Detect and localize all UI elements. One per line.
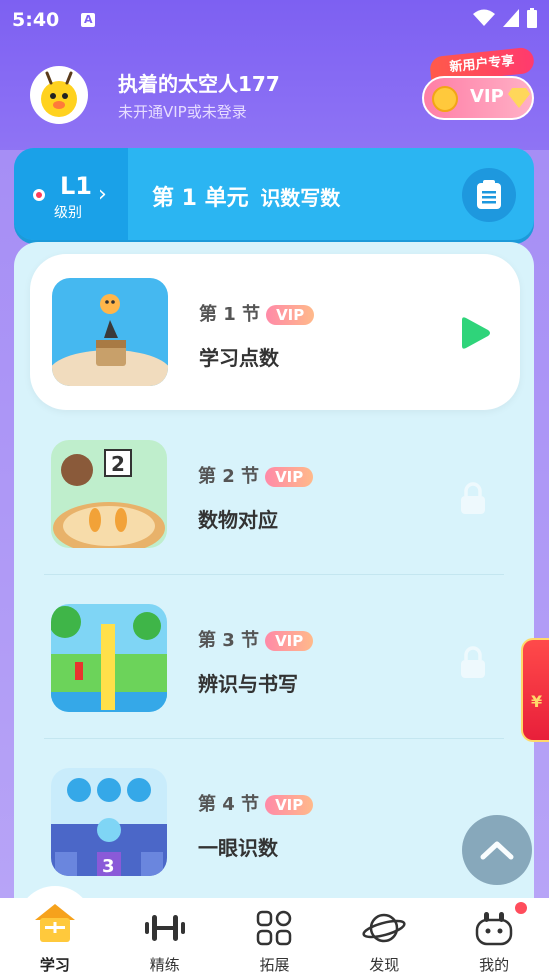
avatar[interactable] — [30, 66, 88, 124]
nav-item-discover[interactable]: 发现 — [329, 898, 439, 976]
chevron-right-icon: › — [98, 182, 107, 207]
nav-label: 精练 — [149, 956, 180, 974]
status-bar: 5:40 A — [0, 0, 549, 40]
lesson-number: 第 3 节 VIP — [198, 626, 314, 652]
nav-label: 发现 — [369, 956, 400, 974]
red-packet-button[interactable]: ¥ — [521, 638, 549, 742]
lesson-thumbnail: 2 — [51, 440, 167, 548]
vip-status-text: 未开通VIP或未登录 — [118, 103, 247, 121]
svg-text:2: 2 — [111, 452, 125, 476]
lesson-item-4[interactable]: 3 第 4 节 VIP 一眼识数 — [14, 730, 534, 890]
status-time: 5:40 — [12, 9, 60, 31]
unit-bar: L1 级别 › 第 1 单元 识数写数 — [14, 148, 534, 240]
unit-list-button[interactable] — [462, 168, 516, 222]
level-label: 级别 — [54, 205, 82, 221]
unit-subtitle: 识数写数 — [260, 186, 341, 210]
nav-label: 学习 — [39, 956, 70, 974]
level-selector[interactable]: L1 级别 › — [14, 148, 128, 240]
level-alert-dot — [33, 189, 45, 201]
lock-icon — [460, 482, 486, 518]
dumbbell-icon — [143, 910, 187, 950]
lesson-number: 第 2 节 VIP — [198, 462, 314, 488]
svg-text:3: 3 — [102, 856, 115, 876]
chevron-up-icon — [480, 841, 514, 860]
play-button[interactable] — [458, 316, 492, 354]
lesson-item-2[interactable]: 2 第 2 节 VIP 数物对应 — [14, 402, 534, 562]
lesson-number-text: 第 3 节 — [198, 630, 260, 651]
lesson-number-text: 第 4 节 — [198, 794, 260, 815]
status-icons — [473, 8, 537, 28]
lesson-title: 数物对应 — [198, 508, 278, 532]
lesson-title: 一眼识数 — [198, 836, 278, 860]
seal-chef-illustration: 2 — [51, 440, 167, 548]
signal-icon — [503, 9, 519, 27]
user-name[interactable]: 执着的太空人177 — [118, 68, 280, 97]
clipboard-list-icon — [477, 180, 501, 209]
bottom-nav: 学习 精练 拓展 发现 我的 — [0, 886, 549, 976]
nav-item-practice[interactable]: 精练 — [110, 898, 220, 976]
lesson-thumbnail — [52, 278, 168, 386]
nav-item-study[interactable]: 学习 — [0, 886, 110, 976]
vip-pill: VIP — [422, 76, 534, 120]
planet-icon — [362, 910, 406, 950]
lesson-title: 学习点数 — [199, 346, 279, 370]
grid-icon — [256, 910, 292, 950]
house-icon — [33, 900, 77, 948]
unit-number: 第 1 单元 — [152, 186, 249, 211]
lesson-thumbnail — [51, 604, 167, 712]
forest-river-illustration — [51, 604, 167, 712]
lesson-number-text: 第 2 节 — [198, 466, 260, 487]
vip-label: VIP — [470, 86, 504, 107]
scroll-top-button[interactable] — [462, 815, 532, 885]
nav-label: 我的 — [479, 956, 510, 974]
battery-icon — [527, 8, 537, 28]
lesson-item-3[interactable]: 第 3 节 VIP 辨识与书写 — [14, 566, 534, 726]
treasure-island-illustration — [52, 278, 168, 386]
vip-badge: VIP — [265, 795, 314, 815]
level-code: L1 — [60, 172, 92, 200]
diamond-icon — [508, 88, 530, 108]
nav-item-expand[interactable]: 拓展 — [220, 898, 330, 976]
wifi-icon — [473, 9, 495, 26]
vip-badge: VIP — [266, 305, 315, 325]
robot-face-icon — [474, 910, 514, 950]
lock-icon — [460, 646, 486, 682]
bee-mascot-icon — [41, 71, 77, 117]
new-user-vip-button[interactable]: 新用户专享 VIP — [414, 46, 536, 122]
vip-badge: VIP — [265, 631, 314, 651]
lesson-title: 辨识与书写 — [198, 672, 298, 696]
lesson-item-1[interactable]: 第 1 节 VIP 学习点数 — [30, 254, 520, 410]
vip-badge: VIP — [265, 467, 314, 487]
lesson-list: 第 1 节 VIP 学习点数 2 第 2 节 VIP 数物对应 第 3 节 VI… — [14, 242, 534, 976]
notification-dot — [515, 902, 527, 914]
notification-a-icon: A — [81, 13, 96, 27]
lesson-thumbnail: 3 — [51, 768, 167, 876]
yuan-symbol: ¥ — [531, 692, 543, 711]
unit-title[interactable]: 第 1 单元 识数写数 — [152, 180, 340, 212]
coin-icon — [432, 86, 458, 112]
monster-blocks-illustration: 3 — [51, 768, 167, 876]
nav-label: 拓展 — [259, 956, 290, 974]
nav-item-mine[interactable]: 我的 — [439, 898, 549, 976]
lesson-number: 第 4 节 VIP — [198, 790, 314, 816]
play-icon — [462, 317, 490, 349]
lesson-number: 第 1 节 VIP — [199, 300, 315, 326]
lesson-number-text: 第 1 节 — [199, 304, 261, 325]
